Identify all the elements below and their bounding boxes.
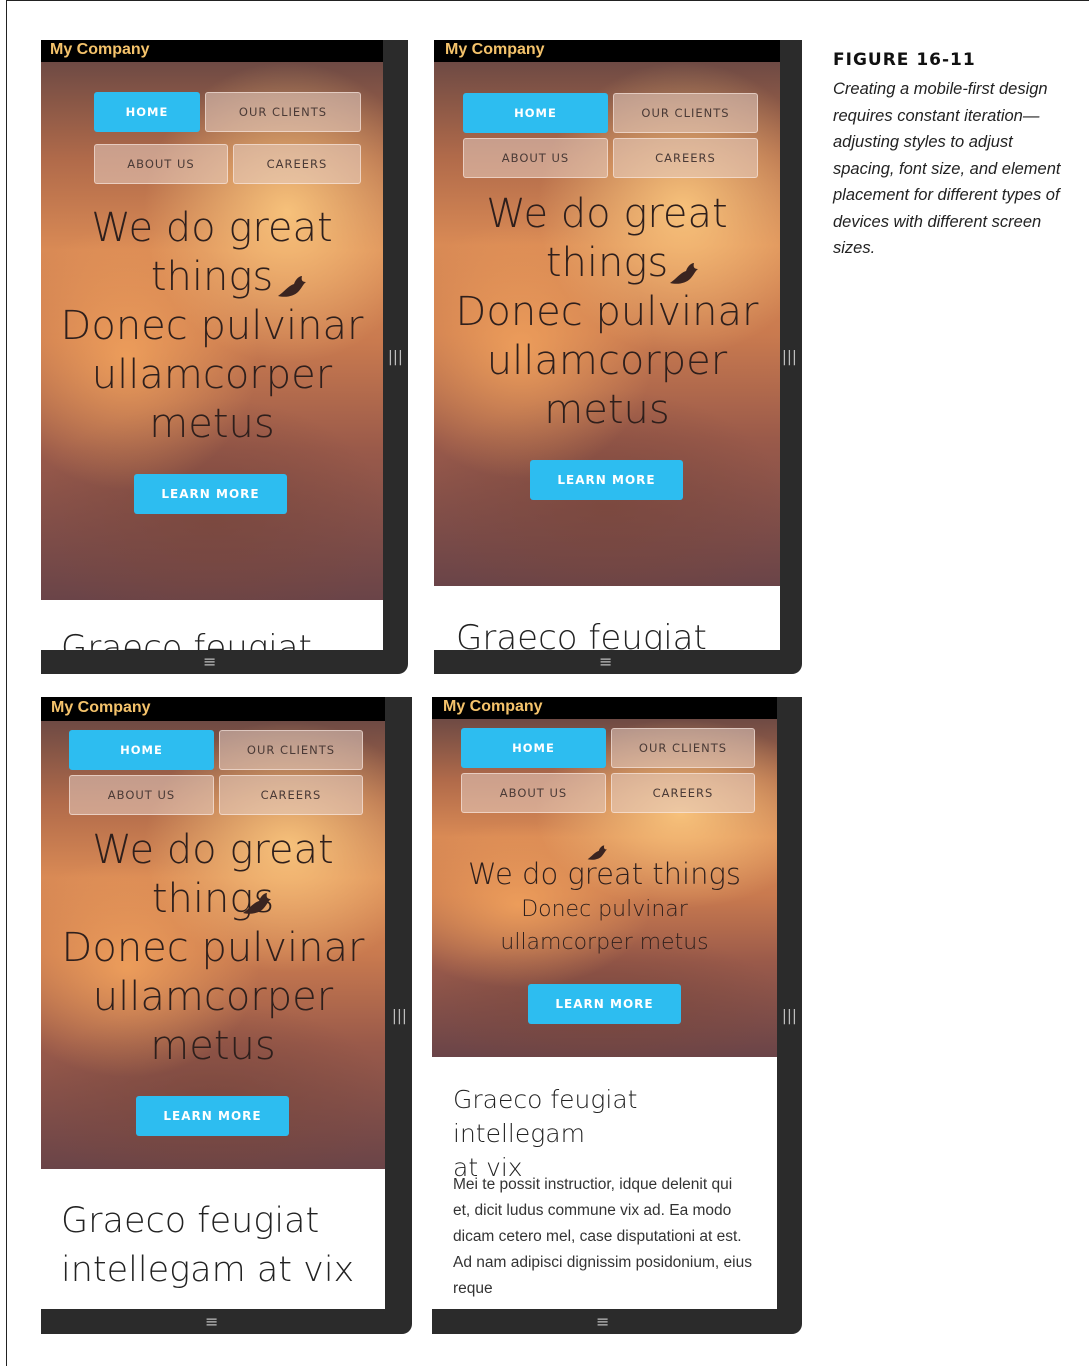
- bottom-resize-grip-icon[interactable]: ≡: [599, 654, 612, 670]
- side-resize-grip-icon[interactable]: |||: [782, 1008, 797, 1023]
- headline-line: We do great: [486, 191, 728, 237]
- device-4: My Company HOME OUR CLIENTS ABOUT US CAR…: [432, 697, 802, 1334]
- bird-icon: [278, 276, 306, 297]
- brand-logo-text[interactable]: My Company: [50, 41, 150, 59]
- section-title: Graeco feugiat: [456, 618, 707, 650]
- figure-caption: FIGURE 16-11 Creating a mobile-first des…: [833, 50, 1073, 262]
- topbar: My Company: [434, 40, 780, 62]
- learn-more-button[interactable]: LEARN MORE: [134, 474, 287, 514]
- side-resize-grip-icon[interactable]: |||: [782, 349, 797, 365]
- hero-headline: We do great things Donec pulvinar ullamc…: [434, 190, 780, 435]
- device-2: My Company HOME OUR CLIENTS ABOUT US CAR…: [434, 40, 802, 674]
- nav-clients-button[interactable]: OUR CLIENTS: [205, 92, 361, 132]
- headline-line: things: [150, 254, 274, 300]
- nav-about-button[interactable]: ABOUT US: [69, 775, 214, 815]
- nav-home-button[interactable]: HOME: [461, 728, 606, 768]
- topbar: My Company: [41, 40, 383, 62]
- headline-line: Donec pulvinar: [61, 925, 365, 971]
- bottom-resize-grip-icon[interactable]: ≡: [203, 654, 216, 670]
- bird-icon: [670, 263, 698, 284]
- bottom-resize-grip-icon[interactable]: ≡: [205, 1314, 218, 1330]
- nav-careers-button[interactable]: CAREERS: [233, 144, 361, 184]
- device-3-screen: My Company HOME OUR CLIENTS ABOUT US CAR…: [41, 697, 385, 1309]
- hero: HOME OUR CLIENTS ABOUT US CAREERS We do …: [432, 719, 777, 1057]
- brand-logo-text[interactable]: My Company: [443, 698, 543, 716]
- hero-headline: We do great things Donec pulvinar ullamc…: [41, 204, 383, 449]
- nav-careers-button[interactable]: CAREERS: [611, 773, 755, 813]
- topbar: My Company: [41, 697, 385, 721]
- headline-line: metus: [149, 401, 275, 447]
- headline-line: things: [545, 240, 669, 286]
- device-1: My Company HOME OUR CLIENTS ABOUT US CAR…: [41, 40, 408, 674]
- learn-more-button[interactable]: LEARN MORE: [530, 460, 683, 500]
- device-1-screen: My Company HOME OUR CLIENTS ABOUT US CAR…: [41, 40, 383, 650]
- nav-clients-button[interactable]: OUR CLIENTS: [611, 728, 755, 768]
- headline-line: things: [151, 876, 275, 922]
- side-resize-grip-icon[interactable]: |||: [392, 1008, 407, 1023]
- section-title-line: Graeco feugiat: [61, 1201, 320, 1241]
- brand-logo-text[interactable]: My Company: [51, 699, 151, 717]
- hero-headline: We do great things Donec pulvinar ullamc…: [41, 826, 385, 1071]
- section-title-line: Graeco feugiat intellegam: [453, 1085, 638, 1148]
- hero: HOME OUR CLIENTS ABOUT US CAREERS We do …: [434, 62, 780, 586]
- nav-careers-button[interactable]: CAREERS: [219, 775, 363, 815]
- device-4-screen: My Company HOME OUR CLIENTS ABOUT US CAR…: [432, 697, 777, 1309]
- section-title: Graeco feugiat: [61, 628, 312, 650]
- bird-icon: [243, 893, 271, 914]
- hero: HOME OUR CLIENTS ABOUT US CAREERS We do …: [41, 721, 385, 1169]
- section-title-line: intellegam at vix: [61, 1250, 355, 1290]
- nav-home-button[interactable]: HOME: [463, 93, 608, 133]
- nav-about-button[interactable]: ABOUT US: [461, 773, 606, 813]
- headline-line: metus: [150, 1023, 276, 1069]
- nav-home-button[interactable]: HOME: [69, 730, 214, 770]
- headline-line: We do great: [91, 205, 333, 251]
- headline-line: metus: [544, 387, 670, 433]
- nav-about-button[interactable]: ABOUT US: [94, 144, 228, 184]
- device-3: My Company HOME OUR CLIENTS ABOUT US CAR…: [41, 697, 412, 1334]
- headline-line: Donec pulvinar: [60, 303, 364, 349]
- figure-caption-text: Creating a mobile-first design requires …: [833, 80, 1061, 257]
- learn-more-button[interactable]: LEARN MORE: [136, 1096, 289, 1136]
- headline-line: ullamcorper: [486, 338, 728, 384]
- brand-logo-text[interactable]: My Company: [445, 41, 545, 59]
- nav-clients-button[interactable]: OUR CLIENTS: [219, 730, 363, 770]
- headline-line: Donec pulvinar: [521, 897, 688, 922]
- section-title: Graeco feugiat intellegam at vix: [61, 1197, 354, 1295]
- headline-line: ullamcorper: [92, 974, 334, 1020]
- hero: HOME OUR CLIENTS ABOUT US CAREERS We do …: [41, 62, 383, 600]
- nav-about-button[interactable]: ABOUT US: [463, 138, 608, 178]
- device-2-screen: My Company HOME OUR CLIENTS ABOUT US CAR…: [434, 40, 780, 650]
- topbar: My Company: [432, 697, 777, 719]
- headline-line: We do great: [92, 827, 334, 873]
- headline-line: Donec pulvinar: [455, 289, 759, 335]
- nav-careers-button[interactable]: CAREERS: [613, 138, 758, 178]
- nav-home-button[interactable]: HOME: [94, 92, 200, 132]
- bottom-resize-grip-icon[interactable]: ≡: [596, 1314, 609, 1330]
- section-title: Graeco feugiat intellegam at vix: [453, 1083, 758, 1185]
- side-resize-grip-icon[interactable]: |||: [388, 349, 403, 365]
- headline-line: We do great things: [468, 857, 741, 891]
- learn-more-button[interactable]: LEARN MORE: [528, 984, 681, 1024]
- nav-clients-button[interactable]: OUR CLIENTS: [613, 93, 758, 133]
- section-body-text: Mei te possit instructior, idque delenit…: [453, 1176, 752, 1297]
- headline-line: ullamcorper metus: [500, 930, 709, 955]
- figure-label: FIGURE 16-11: [833, 50, 976, 70]
- headline-line: ullamcorper: [91, 352, 333, 398]
- hero-headline: We do great things Donec pulvinar ullamc…: [432, 855, 777, 959]
